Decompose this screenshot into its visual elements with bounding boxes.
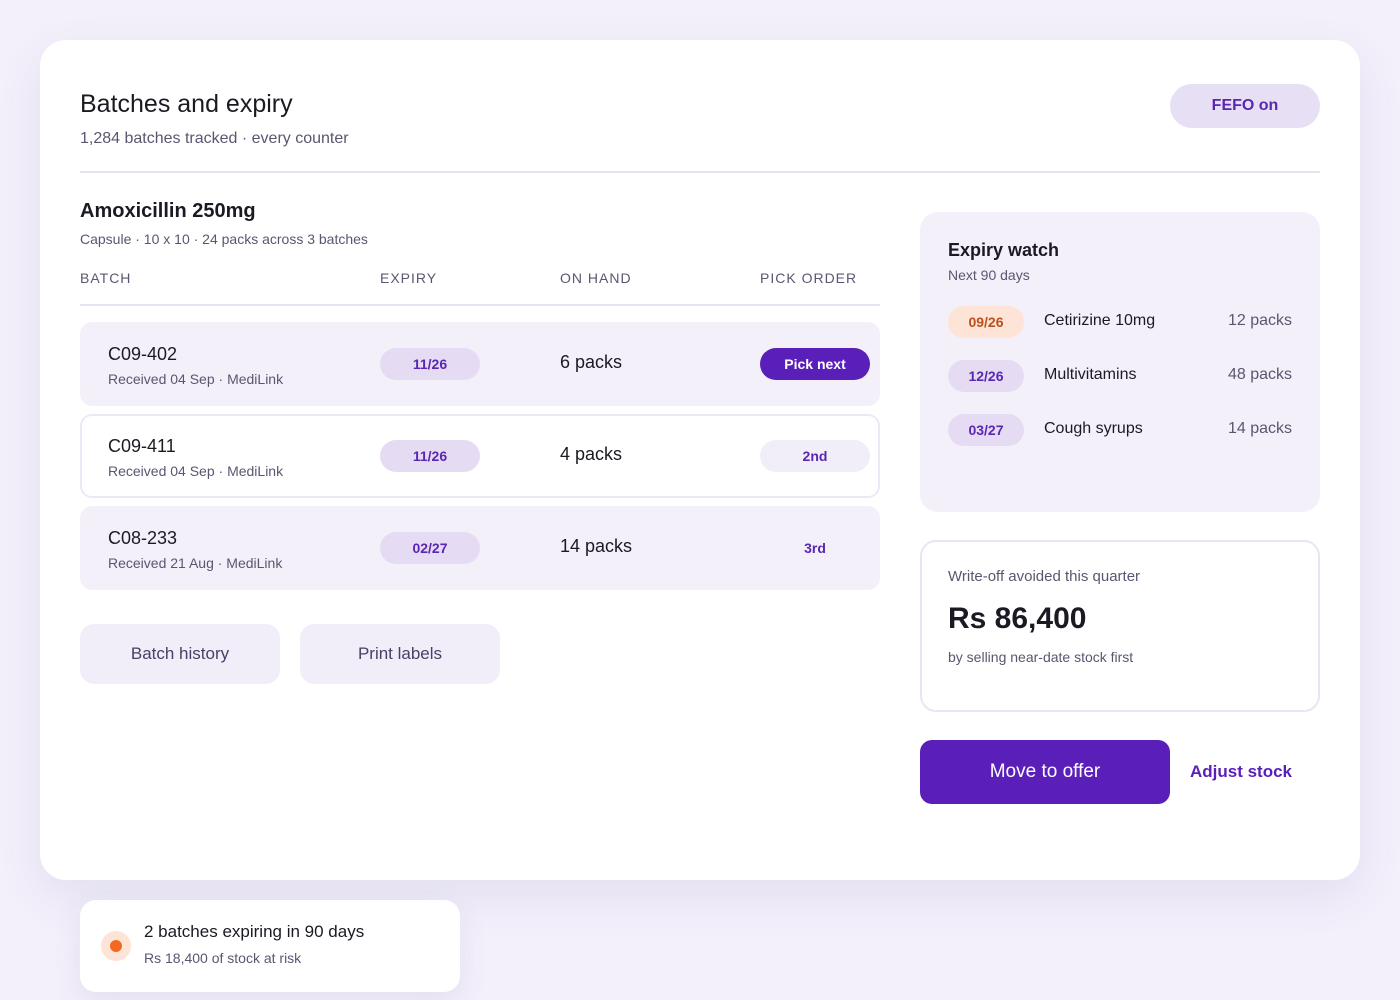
batch-received: Received 04 Sep · MediLink — [108, 463, 284, 479]
writeoff-summary-card: Write-off avoided this quarter Rs 86,400… — [920, 540, 1320, 712]
expiry-date-badge: 09/26 — [948, 306, 1024, 338]
batch-id: C09-411 — [108, 436, 176, 456]
product-name: Amoxicillin 250mg — [80, 200, 256, 222]
expiry-date-badge: 03/27 — [948, 414, 1024, 446]
batch-actions: Batch history Print labels — [80, 624, 500, 684]
batch-table-body: C09-402 Received 04 Sep · MediLink 11/26… — [80, 322, 880, 590]
on-hand-value: 14 packs — [560, 536, 633, 556]
on-hand-value: 4 packs — [560, 444, 623, 464]
table-row[interactable]: C09-411 Received 04 Sep · MediLink 11/26… — [80, 414, 880, 498]
expiry-item-qty: 14 packs — [1227, 420, 1292, 437]
table-header: BATCH EXPIRY ON HAND PICK ORDER — [80, 270, 880, 306]
table-row[interactable]: C09-402 Received 04 Sep · MediLink 11/26… — [80, 322, 880, 406]
toast-title: 2 batches expiring in 90 days — [144, 922, 365, 941]
writeoff-note: by selling near-date stock first — [948, 649, 1134, 665]
batch-id: C08-233 — [108, 528, 178, 548]
warning-dot-icon — [101, 931, 131, 961]
expiry-item-name: Cetirizine 10mg — [1044, 312, 1156, 329]
pick-order-badge: 3rd — [804, 540, 826, 556]
expiry-item-name: Multivitamins — [1044, 366, 1137, 383]
batch-history-button[interactable]: Batch history — [80, 624, 280, 684]
pick-next-button[interactable]: Pick next — [760, 348, 870, 380]
expiry-item-name: Cough syrups — [1044, 420, 1143, 437]
expiry-badge: 11/26 — [380, 440, 480, 472]
adjust-stock-link[interactable]: Adjust stock — [1190, 762, 1292, 782]
page-subtitle: 1,284 batches tracked · every counter — [80, 130, 349, 147]
print-labels-button[interactable]: Print labels — [300, 624, 500, 684]
move-to-offer-button[interactable]: Move to offer — [920, 740, 1170, 804]
column-header-on-hand: ON HAND — [560, 270, 632, 286]
pick-order-badge: 2nd — [760, 440, 870, 472]
column-header-pick-order: PICK ORDER — [760, 270, 858, 286]
expiry-watch-subtitle: Next 90 days — [948, 267, 1030, 283]
expiry-watch-item[interactable]: 03/27 Cough syrups 14 packs — [948, 414, 1292, 446]
column-header-batch: BATCH — [80, 270, 132, 286]
expiry-item-qty: 12 packs — [1227, 312, 1292, 329]
batch-id: C09-402 — [108, 344, 178, 364]
header-divider — [80, 171, 1320, 173]
expiry-watch-panel: Expiry watch Next 90 days 09/26 Cetirizi… — [920, 212, 1320, 512]
expiry-badge: 11/26 — [380, 348, 480, 380]
expiry-item-qty: 48 packs — [1227, 366, 1292, 383]
writeoff-label: Write-off avoided this quarter — [948, 568, 1141, 585]
expiry-alert-toast[interactable]: 2 batches expiring in 90 days Rs 18,400 … — [80, 900, 460, 992]
on-hand-value: 6 packs — [560, 352, 623, 372]
page-title: Batches and expiry — [80, 90, 293, 118]
expiry-badge: 02/27 — [380, 532, 480, 564]
expiry-date-badge: 12/26 — [948, 360, 1024, 392]
batches-card: Batches and expiry 1,284 batches tracked… — [40, 40, 1360, 880]
product-meta: Capsule · 10 x 10 · 24 packs across 3 ba… — [80, 231, 368, 247]
table-row[interactable]: C08-233 Received 21 Aug · MediLink 02/27… — [80, 506, 880, 590]
fefo-toggle-button[interactable]: FEFO on — [1170, 84, 1320, 128]
column-header-expiry: EXPIRY — [380, 270, 438, 286]
batch-received: Received 21 Aug · MediLink — [108, 555, 283, 571]
header: Batches and expiry 1,284 batches tracked… — [80, 90, 349, 148]
expiry-watch-item[interactable]: 09/26 Cetirizine 10mg 12 packs — [948, 306, 1292, 338]
toast-subtitle: Rs 18,400 of stock at risk — [144, 950, 302, 966]
batch-received: Received 04 Sep · MediLink — [108, 371, 284, 387]
expiry-watch-title: Expiry watch — [948, 240, 1060, 260]
expiry-watch-item[interactable]: 12/26 Multivitamins 48 packs — [948, 360, 1292, 392]
warning-dot — [110, 940, 122, 952]
batch-section: Amoxicillin 250mg Capsule · 10 x 10 · 24… — [80, 200, 880, 598]
writeoff-value: Rs 86,400 — [948, 602, 1087, 635]
